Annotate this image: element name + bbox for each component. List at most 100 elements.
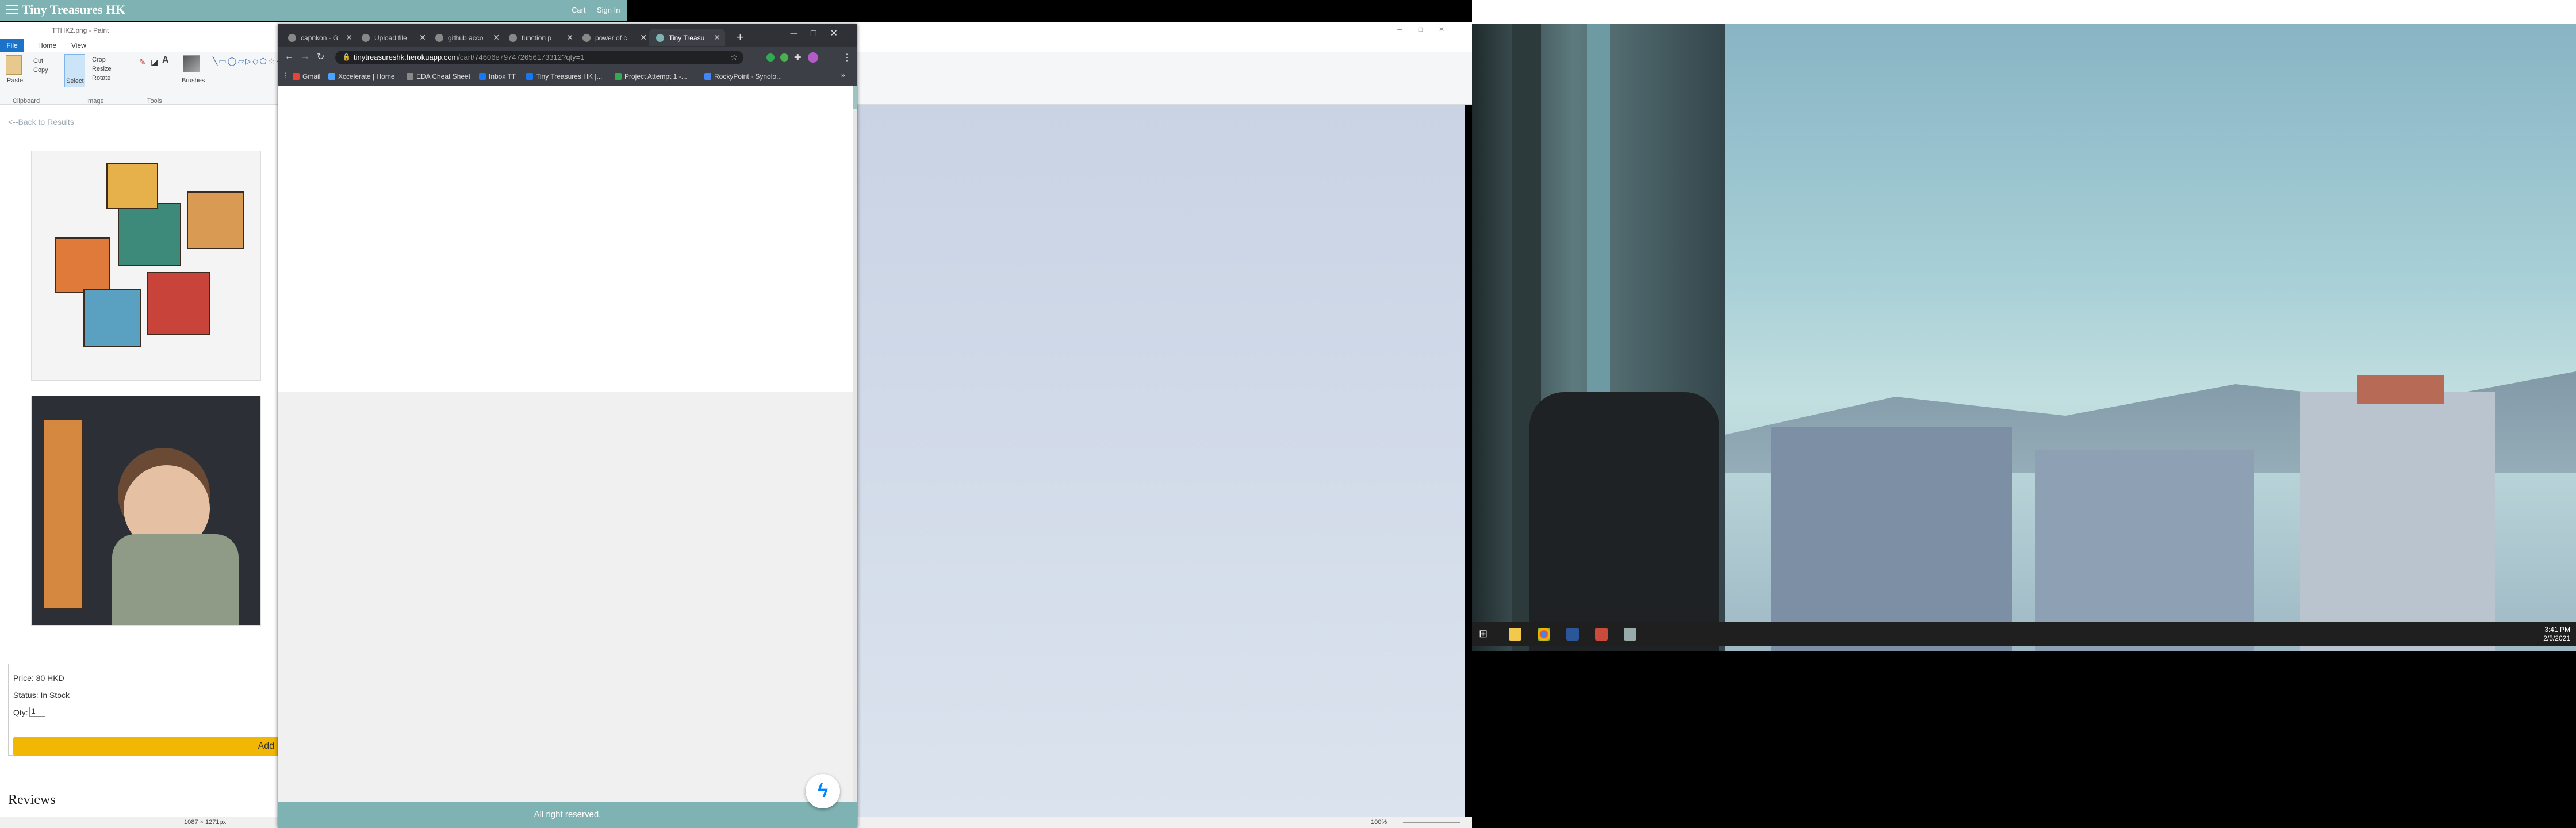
forward-icon[interactable]: → [301, 52, 310, 62]
file-explorer-icon[interactable] [1509, 628, 1521, 641]
tab-favicon-icon [362, 34, 370, 42]
add-to-cart-button[interactable]: Add [13, 737, 283, 756]
tab-favicon-icon [435, 34, 443, 42]
close-tab-icon[interactable]: ✕ [419, 33, 426, 43]
word-icon[interactable] [1566, 628, 1579, 641]
product-page: <--Back to Results Price: 80 HKD Status:… [0, 105, 283, 816]
more-bookmarks-icon[interactable]: » [841, 71, 845, 79]
copy-button[interactable]: Copy [33, 67, 48, 74]
chrome-icon[interactable] [1538, 628, 1550, 641]
rotate-button[interactable]: Rotate [92, 75, 110, 82]
image-size: 1087 × 1271px [184, 819, 227, 826]
fill-icon[interactable]: ◪ [151, 57, 158, 67]
shapes-gallery[interactable]: ╲▭◯▱▷◇⬠☆➔ [213, 56, 283, 87]
select-button[interactable]: Select [64, 54, 85, 87]
close-tab-icon[interactable]: ✕ [493, 33, 500, 43]
browser-tab[interactable]: function p ✕ [502, 29, 578, 46]
brushes-button[interactable]: Brushes [182, 77, 205, 84]
extension-icon[interactable] [780, 53, 788, 62]
nav-signin-link[interactable]: Sign In [597, 6, 620, 14]
resize-button[interactable]: Resize [92, 66, 112, 72]
nav-cart-link[interactable]: Cart [572, 6, 586, 14]
close-tab-icon[interactable]: ✕ [640, 33, 647, 43]
windows-taskbar: ⊞ 3:41 PM 2/5/2021 [1472, 622, 2576, 646]
add-to-cart-label: Add [258, 741, 274, 751]
close-tab-icon[interactable]: ✕ [346, 33, 352, 43]
window-controls[interactable]: ─□✕ [791, 28, 852, 39]
sheets-icon [615, 73, 622, 80]
menu-icon[interactable] [6, 5, 18, 15]
crop-button[interactable]: Crop [92, 56, 106, 63]
photos-icon[interactable] [1595, 628, 1608, 641]
browser-tab[interactable]: Upload file ✕ [355, 29, 431, 46]
price-text: Price: 80 HKD [13, 673, 64, 683]
new-tab-icon[interactable]: + [737, 30, 744, 45]
avatar[interactable] [808, 52, 818, 63]
synology-icon [704, 73, 711, 80]
tab-view[interactable]: View [71, 41, 86, 49]
reload-icon[interactable]: ↻ [317, 51, 324, 63]
qty-select[interactable]: 1 [29, 707, 45, 717]
site-title[interactable]: Tiny Treasures HK [22, 2, 125, 17]
cut-button[interactable]: Cut [33, 57, 43, 64]
stock-status: Status: In Stock [13, 691, 70, 700]
tab-file[interactable]: File [0, 39, 24, 52]
extension-icon[interactable] [766, 53, 775, 62]
scrollbar[interactable] [853, 86, 857, 828]
messenger-icon[interactable]: ϟ [806, 774, 840, 808]
close-tab-icon[interactable]: ✕ [566, 33, 573, 43]
apps-icon[interactable]: ⋮ [282, 71, 289, 79]
paste-button[interactable]: Paste [7, 77, 23, 84]
camera-image [1472, 24, 2576, 651]
paint-icon[interactable] [1624, 628, 1636, 641]
group-clipboard: Clipboard [13, 98, 40, 105]
paint-window-controls[interactable]: ─□✕ [1397, 25, 1460, 33]
qty-label: Qty: [13, 708, 28, 717]
text-icon[interactable]: A [162, 55, 169, 66]
window-frame-image [1472, 24, 1725, 651]
zoom-slider[interactable] [1403, 822, 1460, 823]
puzzle-icon[interactable]: ✚ [794, 52, 802, 63]
tab-home[interactable]: Home [38, 41, 56, 49]
menu-dots-icon[interactable]: ⋮ [842, 52, 852, 63]
page-icon [407, 73, 413, 80]
url-path: /cart/74606e797472656173312?qty=1 [458, 53, 585, 62]
windows-start-icon[interactable]: ⊞ [1479, 628, 1488, 640]
tab-favicon-icon [509, 34, 517, 42]
group-image: Image [86, 98, 104, 105]
site-header: Tiny Treasures HK Cart Sign In [0, 0, 627, 21]
bookmark-inbox-tt[interactable]: Inbox TT [479, 72, 516, 80]
back-icon[interactable]: ← [285, 52, 294, 62]
tab-favicon-icon [288, 34, 296, 42]
star-icon[interactable]: ☆ [730, 52, 738, 62]
paint-window-title: TTHK2.png - Paint [52, 26, 109, 34]
close-tab-icon[interactable]: ✕ [714, 33, 720, 43]
browser-tab-active[interactable]: Tiny Treasu ✕ [649, 29, 725, 46]
tab-strip: capnkon - G ✕ Upload file ✕ github acco ✕ f… [278, 24, 857, 47]
tab-favicon-icon [656, 34, 664, 42]
product-info-box: Price: 80 HKD Status: In Stock Qty: 1 Ad… [8, 664, 283, 756]
page-footer: All right reserved. [278, 802, 857, 828]
right-panel-top [1472, 0, 2576, 24]
bookmark-project[interactable]: Project Attempt 1 -... [615, 72, 687, 80]
browser-tab[interactable]: github acco ✕ [428, 29, 504, 46]
chrome-window: capnkon - G ✕ Upload file ✕ github acco ✕ f… [278, 24, 857, 828]
bookmark-rockypoint[interactable]: RockyPoint - Synolo... [704, 72, 782, 80]
bookmark-eda[interactable]: EDA Cheat Sheet [407, 72, 470, 80]
facebook-icon [526, 73, 533, 80]
back-to-results-link[interactable]: <--Back to Results [8, 117, 74, 126]
bookmark-tiny-treasures[interactable]: Tiny Treasures HK |... [526, 72, 602, 80]
system-clock[interactable]: 3:41 PM 2/5/2021 [2543, 626, 2570, 643]
page-viewport[interactable]: All right reserved. ϟ [278, 86, 857, 828]
bookmark-gmail[interactable]: Gmail [293, 72, 320, 80]
reviews-heading: Reviews [8, 792, 56, 807]
brushes-icon[interactable] [183, 55, 200, 72]
paste-icon[interactable] [6, 55, 22, 75]
pencil-icon[interactable]: ✎ [139, 57, 146, 67]
browser-tab[interactable]: capnkon - G ✕ [281, 29, 357, 46]
browser-tab[interactable]: power of c ✕ [576, 29, 651, 46]
bookmarks-bar: ⋮ Gmail Xccelerate | Home EDA Cheat Shee… [278, 68, 857, 86]
address-bar[interactable]: 🔒 tinytreasureshk.herokuapp.com/cart/746… [335, 51, 743, 64]
bookmark-xccelerate[interactable]: Xccelerate | Home [328, 72, 395, 80]
url-host: tinytreasureshk.herokuapp.com [354, 53, 458, 62]
